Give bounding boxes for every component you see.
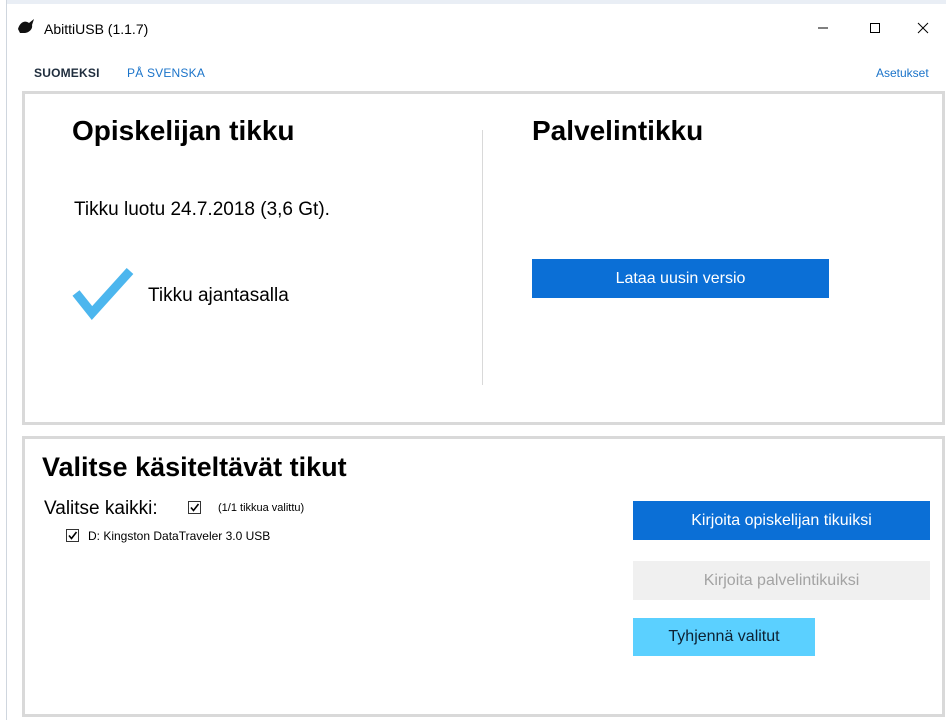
stick-created-info: Tikku luotu 24.7.2018 (3,6 Gt). xyxy=(74,199,330,220)
download-latest-version-button[interactable]: Lataa uusin versio xyxy=(532,259,829,298)
selected-count: (1/1 tikkua valittu) xyxy=(218,502,305,514)
language-swedish-link[interactable]: PÅ SVENSKA xyxy=(127,66,205,80)
panel-divider xyxy=(482,130,483,385)
student-stick-heading: Opiskelijan tikku xyxy=(72,115,295,146)
write-student-sticks-button[interactable]: Kirjoita opiskelijan tikuiksi xyxy=(633,501,930,540)
close-button[interactable] xyxy=(900,8,946,48)
drive-checkbox[interactable] xyxy=(66,529,79,542)
checkbox-check-icon xyxy=(190,503,200,512)
select-all-checkbox[interactable] xyxy=(188,501,201,514)
checkmark-icon xyxy=(72,267,134,320)
window-title: AbittiUSB (1.1.7) xyxy=(44,21,149,37)
maximize-button[interactable] xyxy=(852,8,898,48)
minimize-icon xyxy=(818,27,828,29)
window-left-edge xyxy=(0,0,7,720)
title-bar[interactable]: AbittiUSB (1.1.7) xyxy=(0,0,946,60)
write-server-sticks-button[interactable]: Kirjoita palvelintikuiksi xyxy=(633,561,930,600)
clear-selection-button[interactable]: Tyhjennä valitut xyxy=(633,618,815,656)
stick-status-text: Tikku ajantasalla xyxy=(148,285,289,306)
maximize-icon xyxy=(870,23,880,33)
checkbox-check-icon xyxy=(68,531,78,540)
language-finnish-link[interactable]: SUOMEKSI xyxy=(34,66,100,80)
drive-label[interactable]: D: Kingston DataTraveler 3.0 USB xyxy=(88,529,270,543)
select-sticks-heading: Valitse käsiteltävät tikut xyxy=(42,452,347,482)
select-all-label: Valitse kaikki: xyxy=(44,498,158,519)
minimize-button[interactable] xyxy=(800,8,846,48)
abitti-bird-icon xyxy=(18,19,34,33)
close-icon xyxy=(917,22,929,34)
server-stick-heading: Palvelintikku xyxy=(532,115,704,146)
settings-link[interactable]: Asetukset xyxy=(876,66,929,80)
